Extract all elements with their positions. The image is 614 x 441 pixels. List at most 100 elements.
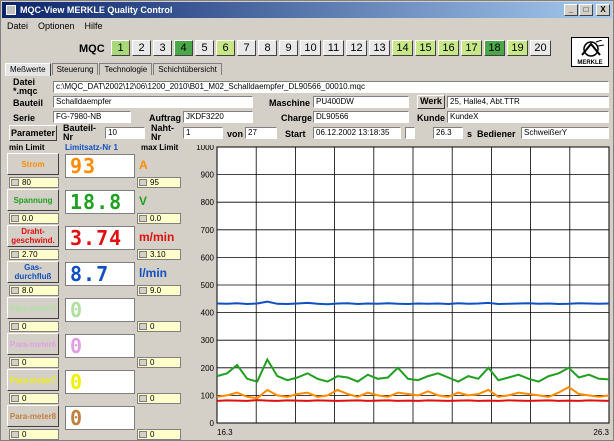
naht-nr-field[interactable]: 1 (183, 127, 223, 139)
spin-icon[interactable] (11, 179, 19, 186)
param-button-8[interactable]: Para-meter8 (7, 405, 59, 427)
spin-icon[interactable] (139, 179, 147, 186)
datei-field: c:\MQC_DAT\2002\12\06\1200_2010\B01_M02_… (53, 81, 609, 93)
spin-icon[interactable] (139, 287, 147, 294)
channel-button-2[interactable]: 2 (132, 40, 151, 56)
werk-button[interactable]: Werk (417, 95, 445, 109)
channel-button-18[interactable]: 18 (484, 40, 505, 56)
spin-icon[interactable] (139, 323, 147, 330)
parameter-button[interactable]: Parameter (9, 125, 57, 141)
window-title: MQC-View MERKLE Quality Control (20, 5, 173, 15)
param-min-4[interactable]: 8.0 (9, 285, 59, 296)
maximize-button[interactable]: □ (579, 4, 593, 16)
param-value-display-7: 0 (65, 370, 135, 394)
param-button-5[interactable]: Para-meter5 (7, 297, 59, 319)
param-value-display-1: 93 (65, 154, 135, 178)
bediener-field: SchweißerY (521, 127, 609, 139)
bauteil-label: Bauteil (13, 98, 44, 108)
param-max-value: 95 (150, 178, 159, 187)
channel-button-16[interactable]: 16 (438, 40, 459, 56)
param-max-3[interactable]: 3.10 (137, 249, 181, 260)
channel-button-3[interactable]: 3 (153, 40, 172, 56)
param-button-4[interactable]: Gas-durchfluß (7, 261, 59, 283)
channel-button-15[interactable]: 15 (415, 40, 436, 56)
param-button-1[interactable]: Strom (7, 153, 59, 175)
param-max-2[interactable]: 0.0 (137, 213, 181, 224)
y-tick-label: 800 (201, 198, 215, 207)
param-button-6[interactable]: Para-meter6 (7, 333, 59, 355)
channel-button-13[interactable]: 13 (369, 40, 390, 56)
channel-button-1[interactable]: 1 (111, 40, 130, 56)
checkbox[interactable] (405, 127, 415, 139)
channel-button-20[interactable]: 20 (530, 40, 551, 56)
channel-button-14[interactable]: 14 (392, 40, 413, 56)
param-max-5[interactable]: 0 (137, 321, 181, 332)
param-max-7[interactable]: 0 (137, 393, 181, 404)
param-min-8[interactable]: 0 (9, 429, 59, 440)
spin-icon[interactable] (11, 431, 19, 438)
param-min-3[interactable]: 2.70 (9, 249, 59, 260)
app-icon (6, 5, 16, 15)
channel-button-8[interactable]: 8 (258, 40, 277, 56)
naht-nr-label: Naht-Nr (151, 123, 174, 142)
param-min-7[interactable]: 0 (9, 393, 59, 404)
chart-area: 0 100 200 300 400 500 600 700 800 900 1000 16.3 26.3 (187, 143, 613, 439)
start-label: Start (285, 129, 306, 139)
channel-button-12[interactable]: 12 (346, 40, 367, 56)
menu-datei[interactable]: Datei (7, 21, 28, 31)
spin-icon[interactable] (11, 215, 19, 222)
channel-button-19[interactable]: 19 (507, 40, 528, 56)
charge-label: Charge (281, 113, 313, 123)
y-tick-label: 200 (201, 364, 215, 373)
channel-button-7[interactable]: 7 (237, 40, 256, 56)
param-button-3[interactable]: Draht-geschwind. (7, 225, 59, 247)
param-max-1[interactable]: 95 (137, 177, 181, 188)
param-max-6[interactable]: 0 (137, 357, 181, 368)
spin-icon[interactable] (139, 215, 147, 222)
param-max-8[interactable]: 0 (137, 429, 181, 440)
spin-icon[interactable] (11, 251, 19, 258)
param-min-5[interactable]: 0 (9, 321, 59, 332)
main-window: MQC-View MERKLE Quality Control _ □ X Da… (0, 0, 614, 441)
close-button[interactable]: X (596, 4, 610, 16)
menu-hilfe[interactable]: Hilfe (85, 21, 103, 31)
spin-icon[interactable] (139, 395, 147, 402)
spin-icon[interactable] (11, 287, 19, 294)
toolbar: MQC 1 2 3 4 5 6 7 8 9 10 11 12 13 14 15 16 17 18 19 20 MERK… (1, 35, 613, 67)
tab-messwerte[interactable]: Meßwerte (5, 63, 51, 76)
param-max-value: 0 (150, 358, 155, 367)
spin-icon[interactable] (11, 359, 19, 366)
bauteil-field: Schalldaempfer (53, 96, 253, 108)
spin-icon[interactable] (139, 431, 147, 438)
y-tick-label: 300 (201, 336, 215, 345)
channel-button-6[interactable]: 6 (216, 40, 235, 56)
spin-icon[interactable] (11, 323, 19, 330)
channel-button-4[interactable]: 4 (174, 40, 193, 56)
param-max-4[interactable]: 9.0 (137, 285, 181, 296)
channel-button-9[interactable]: 9 (279, 40, 298, 56)
bauteil-nr-field[interactable]: 10 (105, 127, 145, 139)
title-bar: MQC-View MERKLE Quality Control _ □ X (2, 2, 612, 18)
minimize-button[interactable]: _ (564, 4, 578, 16)
tab-technologie[interactable]: Technologie (99, 63, 153, 75)
merkle-logo: MERKLE (571, 37, 609, 67)
tab-steuerung[interactable]: Steuerung (51, 63, 99, 75)
channel-button-10[interactable]: 10 (300, 40, 321, 56)
channel-buttons: 1 2 3 4 5 6 7 8 9 10 11 12 13 14 15 16 17 18 19 20 (111, 40, 551, 56)
channel-button-17[interactable]: 17 (461, 40, 482, 56)
channel-button-11[interactable]: 11 (323, 40, 344, 56)
spin-icon[interactable] (11, 395, 19, 402)
tab-schichtuebersicht[interactable]: Schichtübersicht (153, 63, 222, 75)
param-button-7[interactable]: Para-meter7 (7, 369, 59, 391)
channel-button-5[interactable]: 5 (195, 40, 214, 56)
menu-optionen[interactable]: Optionen (38, 21, 75, 31)
param-min-1[interactable]: 80 (9, 177, 59, 188)
param-min-2[interactable]: 0.0 (9, 213, 59, 224)
param-min-6[interactable]: 0 (9, 357, 59, 368)
duration-field: 26.3 (433, 127, 463, 139)
spin-icon[interactable] (139, 251, 147, 258)
serie-label: Serie (13, 113, 36, 123)
menu-bar: Datei Optionen Hilfe (3, 19, 103, 33)
param-button-2[interactable]: Spannung (7, 189, 59, 211)
spin-icon[interactable] (139, 359, 147, 366)
